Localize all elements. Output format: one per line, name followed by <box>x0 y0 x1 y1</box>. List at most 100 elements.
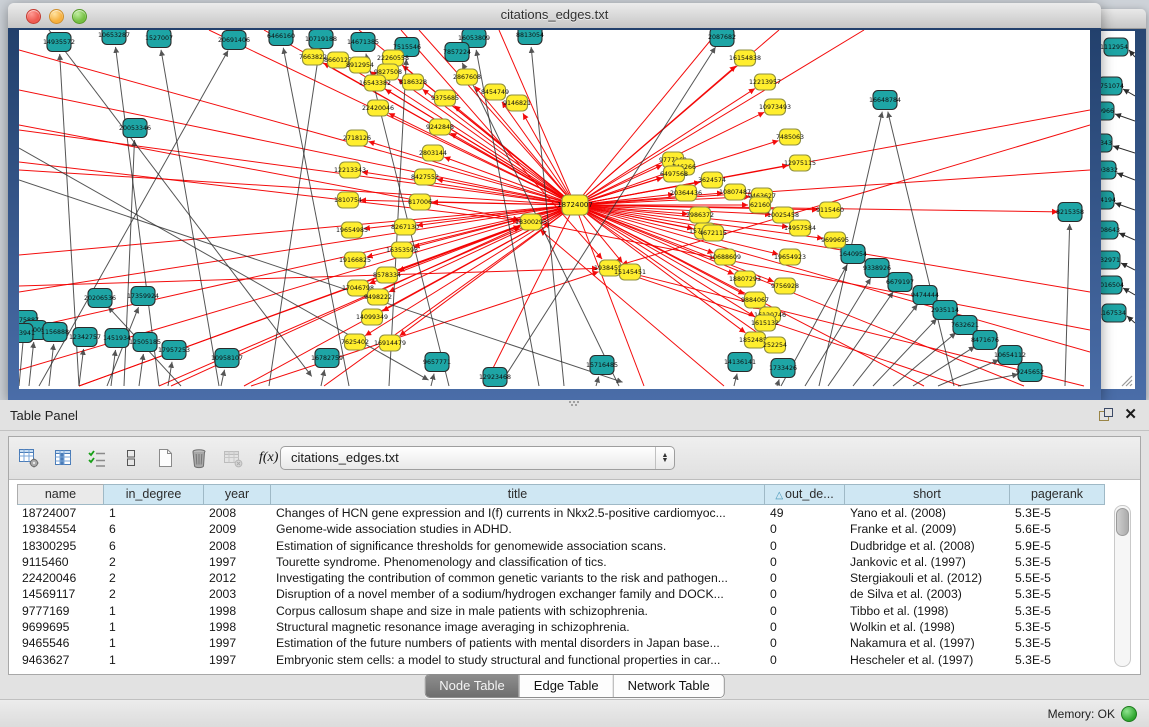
column-header-title[interactable]: title <box>271 484 765 505</box>
resize-grip-icon[interactable] <box>1117 371 1133 387</box>
graph-node[interactable]: 9657771 <box>423 353 451 372</box>
table-row[interactable]: 946554611997Estimation of the future num… <box>17 635 1105 651</box>
graph-node[interactable]: 9498222 <box>364 289 392 305</box>
table-row[interactable]: 1456911722003Disruption of a novel membe… <box>17 586 1105 602</box>
graph-node[interactable]: 9375685 <box>431 90 459 106</box>
memory-status-icon[interactable] <box>1121 706 1137 722</box>
graph-node[interactable]: 9338926 <box>863 259 891 278</box>
graph-node[interactable]: 9699695 <box>821 232 849 248</box>
graph-node[interactable]: 2867608 <box>453 69 481 85</box>
graph-node[interactable]: 2718126 <box>343 130 371 146</box>
graph-node[interactable]: 16914479 <box>374 335 406 351</box>
scrollbar-thumb[interactable] <box>1116 508 1129 536</box>
network-window[interactable]: citations_edges.txt 14935572 10653287 1527… <box>8 3 1101 400</box>
graph-node[interactable]: 8454749 <box>481 84 509 100</box>
tab-node-table[interactable]: Node Table <box>425 675 519 697</box>
graph-node[interactable]: 17957253 <box>158 341 190 360</box>
graph-node[interactable]: 817006 <box>408 194 432 210</box>
network-canvas[interactable]: 1493557210653287152700720691406646616010… <box>19 30 1090 389</box>
graph-node[interactable]: 1167534 <box>1098 304 1126 322</box>
graph-node[interactable]: 10653287 <box>98 30 130 45</box>
graph-node[interactable]: 9884067 <box>741 292 769 308</box>
graph-node[interactable]: 6679197 <box>886 273 914 292</box>
graph-node[interactable]: 18807293 <box>729 271 761 287</box>
table-row[interactable]: 1830029562008Estimation of significance … <box>17 538 1105 554</box>
graph-node[interactable]: 8578334 <box>373 267 401 283</box>
row-selection-icon[interactable] <box>85 446 109 470</box>
close-panel-icon[interactable]: ✕ <box>1124 407 1137 422</box>
graph-node[interactable]: 8912954 <box>346 57 374 73</box>
column-header-short[interactable]: short <box>845 484 1010 505</box>
show-columns-icon[interactable] <box>51 446 75 470</box>
graph-node[interactable]: 20053346 <box>119 119 151 138</box>
float-panel-icon[interactable] <box>1099 408 1112 421</box>
graph-node[interactable]: 1527007 <box>145 30 173 48</box>
graph-node[interactable]: 12213343 <box>334 162 366 178</box>
graph-node[interactable]: 16648784 <box>869 91 901 110</box>
tab-edge-table[interactable]: Edge Table <box>519 675 613 697</box>
graph-node[interactable]: 8471676 <box>971 331 999 350</box>
table-row[interactable]: 969969511998Structural magnetic resonanc… <box>17 619 1105 635</box>
graph-node[interactable]: 12213957 <box>749 74 781 90</box>
graph-node[interactable]: 1810754 <box>334 192 362 208</box>
table-row[interactable]: 911546021997Tourette syndrome. Phenomeno… <box>17 554 1105 570</box>
graph-node[interactable]: 9115460 <box>816 202 844 218</box>
graph-node[interactable]: 19166825 <box>339 252 371 268</box>
graph-node[interactable]: 8186328 <box>399 74 427 90</box>
column-header-out_de[interactable]: △out_de... <box>765 484 845 505</box>
graph-node[interactable]: 7625402 <box>341 334 369 350</box>
graph-node[interactable]: 3913941 <box>19 324 35 343</box>
graph-node[interactable]: 20206536 <box>84 289 116 308</box>
table-select-combobox[interactable]: citations_edges.txt ▲▼ <box>280 446 675 470</box>
table-options-icon[interactable] <box>17 446 41 470</box>
column-header-name[interactable]: name <box>17 484 104 505</box>
graph-node[interactable]: 6466160 <box>267 30 295 46</box>
graph-node[interactable]: 18724007 <box>557 195 593 215</box>
merge-tables-icon[interactable] <box>119 446 143 470</box>
graph-node[interactable]: 3624574 <box>698 172 726 188</box>
graph-node[interactable]: 10958107 <box>211 349 243 368</box>
graph-node[interactable]: 9756928 <box>771 278 799 294</box>
graph-node[interactable]: 1451934 <box>103 329 131 348</box>
graph-node[interactable]: 9146821 <box>503 95 531 111</box>
tab-network-table[interactable]: Network Table <box>613 675 724 697</box>
graph-node[interactable]: 2803144 <box>419 145 447 161</box>
graph-node[interactable]: 10719188 <box>305 30 337 49</box>
graph-node[interactable]: 10654112 <box>994 346 1026 365</box>
graph-node[interactable]: 8813054 <box>516 30 544 45</box>
graph-node[interactable]: 12342757 <box>69 328 101 347</box>
table-row[interactable]: 1938455462009Genome-wide association stu… <box>17 521 1105 537</box>
graph-node[interactable]: 1112954 <box>1100 38 1128 56</box>
graph-node[interactable]: 12505185 <box>129 333 161 352</box>
graph-node[interactable]: 1733426 <box>769 359 797 378</box>
graph-node[interactable]: 1615132 <box>751 315 779 331</box>
column-header-pagerank[interactable]: pagerank <box>1010 484 1105 505</box>
graph-node[interactable]: 14136141 <box>724 353 756 372</box>
graph-node[interactable]: 8267130 <box>391 219 419 235</box>
table-row[interactable]: 946362711997Embryonic stem cells: a mode… <box>17 652 1105 668</box>
graph-node[interactable]: 15716485 <box>586 356 618 375</box>
table-row[interactable]: 2242004622012Investigating the contribut… <box>17 570 1105 586</box>
graph-node[interactable]: 7663822 <box>299 49 327 65</box>
graph-node[interactable]: 16154838 <box>729 50 761 66</box>
table-scrollbar[interactable] <box>1114 505 1131 667</box>
graph-node[interactable]: 7986372 <box>686 207 714 223</box>
table-row[interactable]: 977716911998Corpus callosum shape and si… <box>17 603 1105 619</box>
graph-node[interactable]: 9242848 <box>426 119 454 135</box>
graph-node[interactable]: 14935572 <box>43 33 75 52</box>
graph-node[interactable]: 4672115 <box>699 225 727 241</box>
graph-node[interactable]: 8427552 <box>411 169 439 185</box>
graph-node[interactable]: 252254 <box>763 337 787 353</box>
graph-node[interactable]: 9245652 <box>1016 363 1044 382</box>
graph-node[interactable]: 7485063 <box>776 129 804 145</box>
graph-node[interactable]: 6497568 <box>660 166 688 182</box>
graph-node[interactable]: 12923468 <box>479 368 511 387</box>
graph-node[interactable]: 1156888 <box>41 323 69 342</box>
delete-table-icon[interactable] <box>187 446 211 470</box>
table-row[interactable]: 1872400712008Changes of HCN gene express… <box>17 505 1105 521</box>
window-titlebar[interactable]: citations_edges.txt <box>8 3 1101 29</box>
graph-node[interactable]: 19654923 <box>774 249 806 265</box>
graph-node[interactable]: 2087682 <box>708 30 736 47</box>
graph-node[interactable]: 62160 <box>750 197 771 213</box>
function-builder-icon[interactable]: f(x) <box>259 450 278 466</box>
